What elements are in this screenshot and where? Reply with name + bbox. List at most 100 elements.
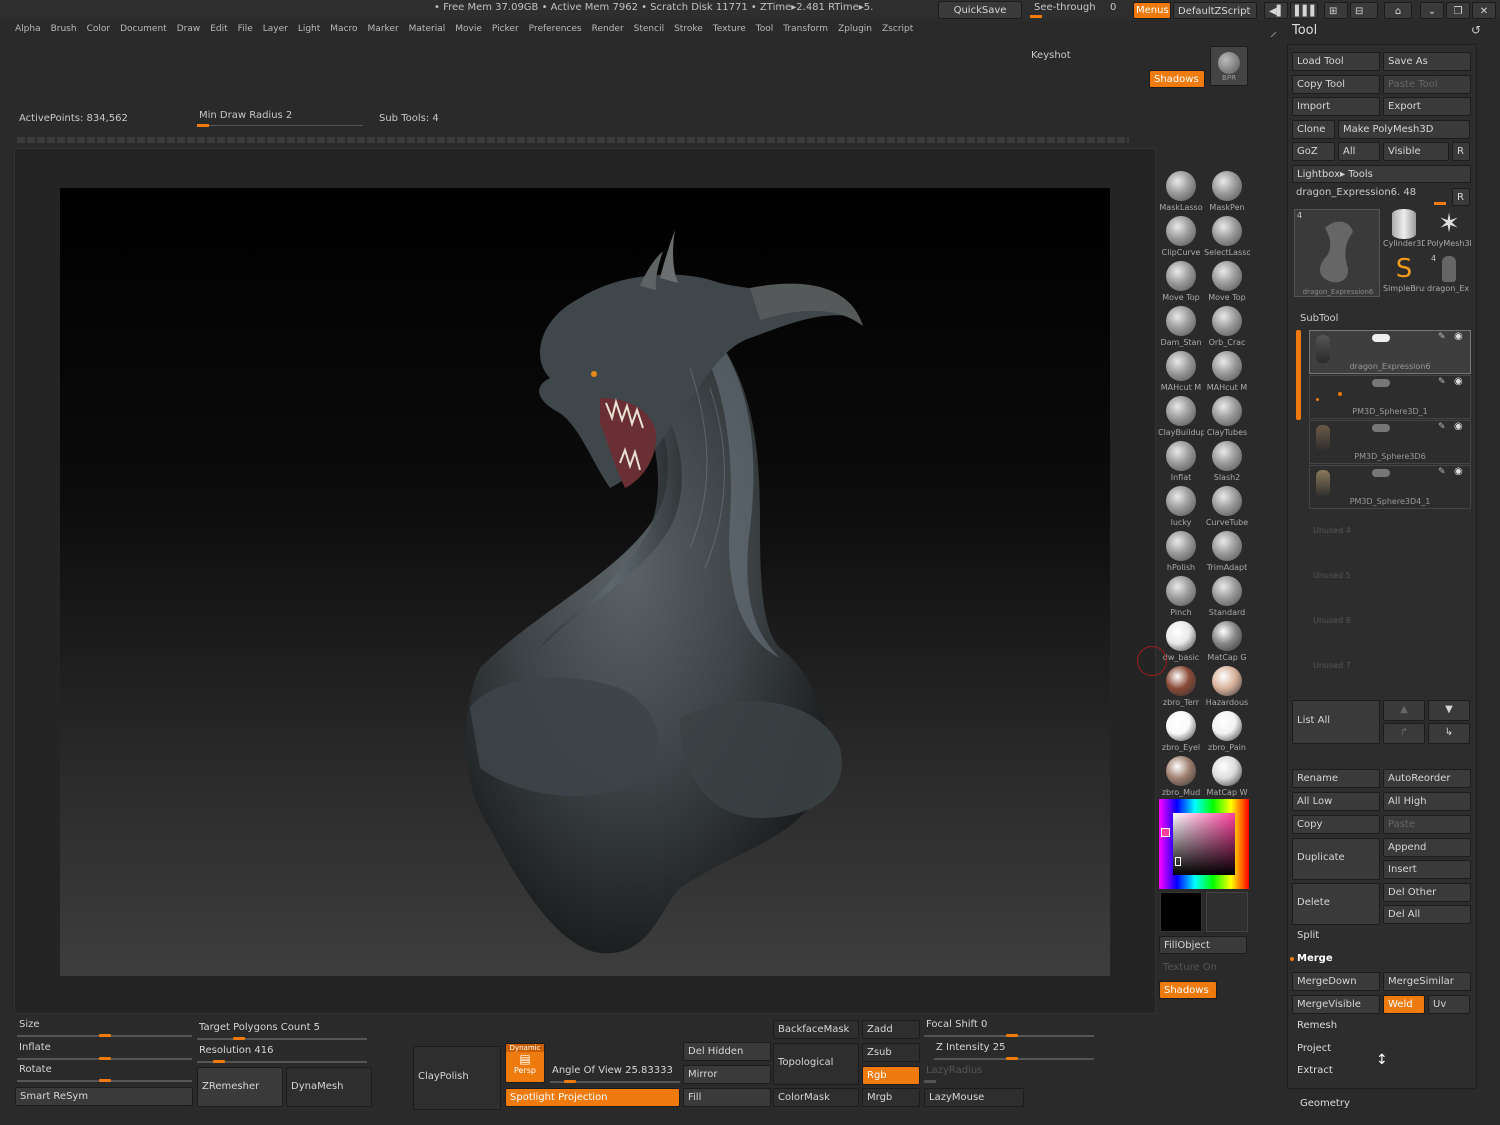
move-down-folder-button[interactable]: ↳ bbox=[1428, 723, 1470, 744]
move-down-button[interactable]: ▼ bbox=[1428, 700, 1470, 721]
import-button[interactable]: Import bbox=[1292, 97, 1380, 116]
menu-material[interactable]: Material bbox=[404, 22, 451, 40]
move-up-folder-button[interactable]: ↱ bbox=[1383, 723, 1425, 744]
uv-button[interactable]: Uv bbox=[1428, 995, 1470, 1014]
split-section[interactable]: Split bbox=[1297, 930, 1319, 941]
keyshot-label[interactable]: Keyshot bbox=[1031, 50, 1071, 61]
spotlight-projection-button[interactable]: Spotlight Projection bbox=[505, 1088, 680, 1107]
visibility-eye-icon[interactable]: ◉ bbox=[1454, 376, 1463, 387]
main-color-swatch[interactable] bbox=[1160, 892, 1202, 932]
export-button[interactable]: Export bbox=[1383, 97, 1471, 116]
lazymouse-button[interactable]: LazyMouse bbox=[924, 1088, 1024, 1107]
menus-button[interactable]: Menus bbox=[1133, 2, 1171, 19]
material-hazardous[interactable]: Hazardous bbox=[1204, 663, 1250, 708]
material-zbro-terr[interactable]: zbro_Terr bbox=[1158, 663, 1204, 708]
restore-icon[interactable]: ❐ bbox=[1446, 2, 1470, 19]
subtool-row[interactable]: ✎ ◉ PM3D_Sphere3D4_1 bbox=[1309, 465, 1471, 509]
brush-icon[interactable]: ✎ bbox=[1438, 422, 1446, 432]
mergedown-button[interactable]: MergeDown bbox=[1292, 972, 1380, 991]
copy-tool-button[interactable]: Copy Tool bbox=[1292, 75, 1380, 94]
quicksave-button[interactable]: QuickSave bbox=[938, 1, 1022, 19]
menu-color[interactable]: Color bbox=[82, 22, 116, 40]
texture-on-label[interactable]: Texture On bbox=[1163, 962, 1217, 973]
brush-pinch[interactable]: Pinch bbox=[1158, 573, 1204, 618]
all-high-button[interactable]: All High bbox=[1383, 792, 1471, 811]
move-up-button[interactable]: ▲ bbox=[1383, 700, 1425, 721]
layout-icon-4[interactable]: ⊟ bbox=[1350, 2, 1378, 19]
see-through-slider[interactable]: See-through 0 bbox=[1028, 1, 1128, 19]
resolution-slider[interactable]: Resolution 416 bbox=[197, 1043, 367, 1063]
size-slider[interactable]: Size bbox=[17, 1017, 192, 1037]
current-tool-slider[interactable]: dragon_Expression6. 48 bbox=[1292, 185, 1450, 205]
visibility-eye-icon[interactable]: ◉ bbox=[1454, 466, 1463, 477]
rgb-button[interactable]: Rgb bbox=[862, 1066, 920, 1085]
subtool-toggle-icon[interactable] bbox=[1372, 469, 1390, 477]
brush-hpolish[interactable]: hPolish bbox=[1158, 528, 1204, 573]
zremesher-button[interactable]: ZRemesher bbox=[197, 1067, 283, 1107]
menu-brush[interactable]: Brush bbox=[46, 22, 82, 40]
tool-thumb-cylinder[interactable]: Cylinder3D bbox=[1383, 209, 1425, 253]
min-draw-radius-slider[interactable]: Min Draw Radius 2 bbox=[197, 108, 365, 127]
zsub-button[interactable]: Zsub bbox=[862, 1043, 920, 1062]
make-polymesh3d-button[interactable]: Make PolyMesh3D bbox=[1338, 120, 1470, 139]
canvas-scrollbar[interactable] bbox=[17, 137, 1129, 143]
rotate-slider[interactable]: Rotate bbox=[17, 1062, 192, 1082]
material-matcap-g[interactable]: MatCap G bbox=[1204, 618, 1250, 663]
brush-lucky[interactable]: lucky bbox=[1158, 483, 1204, 528]
secondary-color-swatch[interactable] bbox=[1206, 892, 1248, 932]
backface-mask-button[interactable]: BackfaceMask bbox=[773, 1020, 859, 1039]
default-zscript-button[interactable]: DefaultZScript bbox=[1173, 2, 1257, 19]
delete-button[interactable]: Delete bbox=[1292, 883, 1380, 925]
mergesimilar-button[interactable]: MergeSimilar bbox=[1383, 972, 1471, 991]
focal-shift-slider[interactable]: Focal Shift 0 bbox=[924, 1017, 1094, 1037]
remesh-section[interactable]: Remesh bbox=[1297, 1020, 1337, 1031]
merge-section[interactable]: Merge bbox=[1297, 953, 1333, 964]
topological-button[interactable]: Topological bbox=[773, 1043, 859, 1085]
minimize-icon[interactable]: ⌄ bbox=[1420, 2, 1444, 19]
r-button[interactable]: R bbox=[1452, 142, 1470, 161]
duplicate-button[interactable]: Duplicate bbox=[1292, 838, 1380, 880]
all-low-button[interactable]: All Low bbox=[1292, 792, 1380, 811]
brush-orb-crac[interactable]: Orb_Crac bbox=[1204, 303, 1250, 348]
geometry-section[interactable]: Geometry bbox=[1300, 1098, 1350, 1109]
brush-dam-stan[interactable]: Dam_Stan bbox=[1158, 303, 1204, 348]
dynamesh-button[interactable]: DynaMesh bbox=[286, 1067, 372, 1107]
brush-claytubes[interactable]: ClayTubes bbox=[1204, 393, 1250, 438]
z-intensity-slider[interactable]: Z Intensity 25 bbox=[934, 1040, 1094, 1060]
visibility-eye-icon[interactable]: ◉ bbox=[1454, 421, 1463, 432]
layout-icon-1[interactable]: ◀▌ bbox=[1264, 2, 1288, 19]
menu-document[interactable]: Document bbox=[115, 22, 172, 40]
list-all-button[interactable]: List All bbox=[1292, 700, 1380, 744]
tool-thumb-simplebrush[interactable]: S SimpleBrush bbox=[1383, 254, 1425, 298]
menu-file[interactable]: File bbox=[233, 22, 258, 40]
all-button[interactable]: All bbox=[1338, 142, 1380, 161]
brush-standard[interactable]: Standard bbox=[1204, 573, 1250, 618]
visibility-eye-icon[interactable]: ◉ bbox=[1454, 331, 1463, 342]
append-button[interactable]: Append bbox=[1383, 838, 1471, 857]
smart-resym-button[interactable]: Smart ReSym bbox=[15, 1087, 193, 1106]
brush-move-top[interactable]: Move Top bbox=[1158, 258, 1204, 303]
menu-zplugin[interactable]: Zplugin bbox=[833, 22, 877, 40]
refresh-icon[interactable]: ↺ bbox=[1471, 23, 1481, 37]
brush-icon[interactable]: ✎ bbox=[1438, 467, 1446, 477]
brush-masklasso[interactable]: MaskLasso bbox=[1158, 168, 1204, 213]
close-icon[interactable]: ✕ bbox=[1472, 2, 1496, 19]
visible-button[interactable]: Visible bbox=[1383, 142, 1449, 161]
mrgb-button[interactable]: Mrgb bbox=[862, 1088, 920, 1107]
material-matcap-w[interactable]: MatCap W bbox=[1204, 753, 1250, 798]
layout-icon-3[interactable]: ⊞ bbox=[1324, 2, 1348, 19]
menu-light[interactable]: Light bbox=[293, 22, 325, 40]
angle-of-view-slider[interactable]: Angle Of View 25.83333 bbox=[550, 1063, 680, 1083]
project-section[interactable]: Project bbox=[1297, 1043, 1331, 1054]
tool-thumb-dragon-small[interactable]: 4 dragon_Ex bbox=[1427, 254, 1471, 298]
subtool-scrollbar[interactable] bbox=[1296, 330, 1301, 420]
menu-marker[interactable]: Marker bbox=[363, 22, 404, 40]
brush-trimadapt[interactable]: TrimAdapt bbox=[1204, 528, 1250, 573]
shadows-button[interactable]: Shadows bbox=[1159, 981, 1217, 999]
menu-render[interactable]: Render bbox=[587, 22, 629, 40]
extract-section[interactable]: Extract bbox=[1297, 1065, 1333, 1076]
layout-icon-2[interactable]: ▌▌▌ bbox=[1290, 2, 1318, 19]
load-tool-button[interactable]: Load Tool bbox=[1292, 52, 1380, 71]
lightbox-tools-button[interactable]: Lightbox▸ Tools bbox=[1292, 165, 1471, 183]
subtool-row[interactable]: ✎ ◉ PM3D_Sphere3D_1 bbox=[1309, 375, 1471, 419]
